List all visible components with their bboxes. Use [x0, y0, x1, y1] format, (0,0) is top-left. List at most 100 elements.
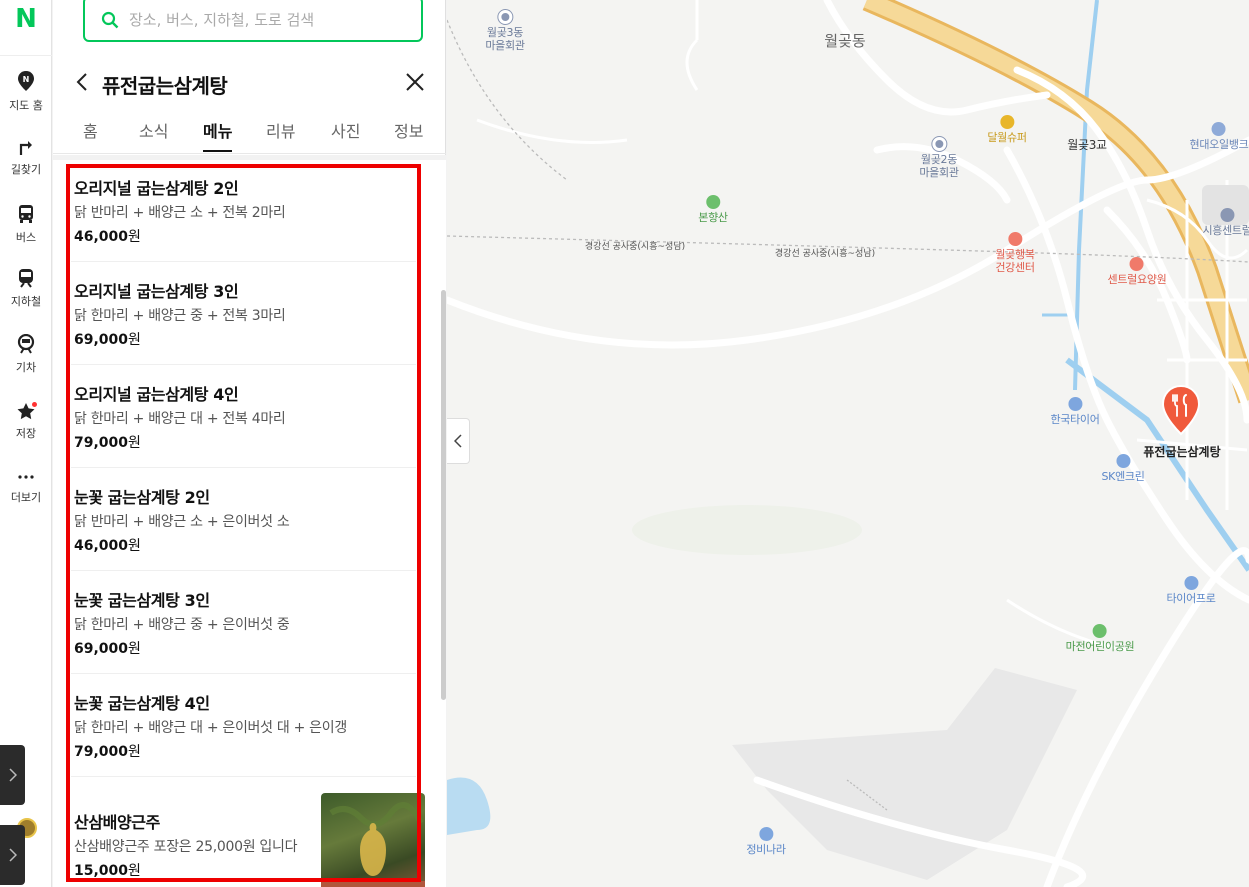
menu-item[interactable]: 오리지널 굽는삼계탕 3인 닭 한마리 + 배양근 중 + 전복 3마리 69,… — [71, 262, 416, 365]
wrench-icon — [1183, 576, 1198, 590]
back-arrow-icon[interactable] — [71, 70, 95, 94]
poi-health-center[interactable]: 월곶행복 건강센터 — [995, 232, 1035, 274]
price-value: 46,000 — [74, 229, 129, 245]
poi-store[interactable]: 달월슈퍼 — [987, 115, 1027, 144]
page-title: 퓨전굽는삼계탕 — [102, 74, 228, 98]
tab-home[interactable]: 홈 — [83, 118, 98, 152]
rail-item-more[interactable]: 더보기 — [0, 470, 52, 530]
train-icon — [17, 334, 35, 354]
price-value: 69,000 — [74, 332, 129, 348]
subway-icon — [19, 269, 33, 288]
tab-review[interactable]: 리뷰 — [266, 118, 295, 152]
menu-item-desc: 닭 한마리 + 배양근 중 + 전복 3마리 — [74, 308, 286, 324]
poi-center[interactable]: 시흥센트럴 — [1202, 208, 1249, 237]
menu-item-price: 79,000원 — [74, 432, 141, 452]
price-unit: 원 — [128, 435, 141, 451]
price-value: 15,000 — [74, 863, 129, 879]
area-label: 월곶동 — [824, 32, 866, 50]
expand-panel-tab[interactable] — [0, 825, 25, 885]
rail-item-label: 지하철 — [10, 295, 42, 308]
rail-item-label: 버스 — [15, 231, 37, 244]
price-value: 69,000 — [74, 641, 129, 657]
poi-label: SK엔크린 — [1101, 470, 1145, 483]
poi-label: 현대오일뱅크 — [1189, 138, 1249, 151]
poi-nursing-home[interactable]: 센트럴요양원 — [1108, 257, 1167, 286]
rail-label: 경강선 공사중(시흥~성남) — [774, 249, 876, 259]
menu-item-name: 눈꽃 굽는삼계탕 3인 — [74, 591, 210, 610]
price-unit: 원 — [128, 744, 141, 760]
store-icon — [1000, 115, 1014, 129]
menu-item-desc: 닭 반마리 + 배양근 소 + 은이버섯 소 — [74, 514, 290, 530]
gas-station-icon — [1211, 122, 1226, 136]
svg-text:N: N — [23, 75, 30, 84]
search-input[interactable] — [129, 8, 409, 32]
wrench-icon — [1067, 397, 1082, 411]
menu-item[interactable]: 눈꽃 굽는삼계탕 2인 닭 반마리 + 배양근 소 + 은이버섯 소 46,00… — [71, 468, 416, 571]
building-icon — [1219, 208, 1234, 222]
selected-place-label: 퓨전굽는삼계탕 — [1143, 445, 1221, 459]
poi-label: 달월슈퍼 — [987, 131, 1027, 144]
rail-item-map-home[interactable]: N 지도 홈 — [0, 70, 52, 130]
map-home-icon: N — [18, 71, 34, 91]
place-panel: 퓨전굽는삼계탕 홈 소식 메뉴 리뷰 사진 정보 오리지널 굽는삼계탕 2인 닭… — [53, 0, 446, 887]
menu-item-photo[interactable] — [321, 793, 425, 887]
rail-item-subway[interactable]: 지하철 — [0, 268, 52, 328]
price-unit: 원 — [128, 538, 141, 554]
menu-item-name: 눈꽃 굽는삼계탕 2인 — [74, 488, 210, 507]
tab-photo[interactable]: 사진 — [331, 118, 360, 152]
menu-item[interactable]: 눈꽃 굽는삼계탕 3인 닭 한마리 + 배양근 중 + 은이버섯 중 69,00… — [71, 571, 416, 674]
poi-tire-shop[interactable]: 타이어프로 — [1166, 576, 1216, 605]
rail-item-label: 지도 홈 — [9, 99, 43, 112]
menu-item-name: 오리지널 굽는삼계탕 4인 — [74, 385, 239, 404]
menu-item-price: 69,000원 — [74, 638, 141, 658]
expand-panel-tab[interactable] — [0, 745, 25, 805]
poi-label: 정비나라 — [746, 843, 786, 856]
menu-item-desc: 닭 반마리 + 배양근 소 + 전복 2마리 — [74, 205, 286, 221]
map-canvas[interactable]: 월곶동 월곶3동 마을회관 달월슈퍼 월곶3교 현대오일뱅크 월곶2동 마을회관… — [447, 0, 1249, 887]
map-base — [447, 0, 1249, 887]
tab-info[interactable]: 정보 — [394, 118, 423, 152]
menu-item[interactable]: 눈꽃 굽는삼계탕 4인 닭 한마리 + 배양근 대 + 은이버섯 대 + 은이갱… — [71, 674, 416, 777]
directions-icon — [19, 141, 32, 155]
rail-item-train[interactable]: 기차 — [0, 334, 52, 394]
restaurant-pin-icon[interactable] — [1160, 384, 1202, 436]
poi-bridge: 월곶3교 — [1067, 139, 1107, 152]
list-scrollbar[interactable] — [441, 290, 446, 700]
poi-village-hall[interactable]: 월곶3동 마을회관 — [485, 10, 525, 52]
rail-item-label: 길찾기 — [10, 163, 42, 176]
menu-item-name: 오리지널 굽는삼계탕 3인 — [74, 282, 239, 301]
poi-mountain[interactable]: 본향산 — [698, 195, 728, 224]
poi-gas-station[interactable]: 현대오일뱅크 — [1190, 122, 1249, 151]
rail-item-bus[interactable]: 버스 — [0, 204, 52, 264]
poi-tire-shop[interactable]: 한국타이어 — [1050, 397, 1100, 426]
poi-repair-shop[interactable]: 정비나라 — [746, 827, 786, 856]
tab-menu[interactable]: 메뉴 — [203, 118, 233, 152]
naver-logo[interactable]: N — [13, 6, 39, 32]
poi-label: 월곶행복 건강센터 — [995, 248, 1035, 274]
poi-label: 시흥센트럴 — [1202, 224, 1249, 237]
search-box[interactable] — [83, 0, 423, 42]
close-icon[interactable] — [403, 70, 427, 94]
rail-item-directions[interactable]: 길찾기 — [0, 138, 52, 198]
menu-item[interactable]: 오리지널 굽는삼계탕 4인 닭 한마리 + 배양근 대 + 전복 4마리 79,… — [71, 365, 416, 468]
poi-label: 본향산 — [698, 211, 728, 224]
price-value: 46,000 — [74, 538, 129, 554]
poi-park[interactable]: 마전어린이공원 — [1066, 624, 1135, 653]
rail-item-saved[interactable]: 저장 — [0, 402, 52, 462]
menu-item-price: 15,000원 — [74, 860, 141, 880]
poi-gas-station[interactable]: SK엔크린 — [1101, 454, 1145, 483]
menu-item-name: 눈꽃 굽는삼계탕 4인 — [74, 694, 210, 713]
notification-dot — [32, 402, 37, 407]
poi-village-hall[interactable]: 월곶2동 마을회관 — [919, 137, 959, 179]
hospital-icon — [1008, 232, 1022, 246]
building-icon — [498, 10, 512, 24]
tab-news[interactable]: 소식 — [139, 118, 168, 152]
price-unit: 원 — [128, 641, 141, 657]
menu-item[interactable]: 산삼배양근주 산삼배양근주 포장은 25,000원 입니다 15,000원 — [71, 777, 425, 887]
menu-item[interactable]: 오리지널 굽는삼계탕 2인 닭 반마리 + 배양근 소 + 전복 2마리 46,… — [71, 159, 416, 262]
collapse-panel-button[interactable] — [447, 418, 470, 464]
menu-list[interactable]: 오리지널 굽는삼계탕 2인 닭 반마리 + 배양근 소 + 전복 2마리 46,… — [53, 155, 446, 887]
search-icon — [101, 11, 119, 29]
poi-label: 마전어린이공원 — [1065, 640, 1135, 653]
price-unit: 원 — [128, 332, 141, 348]
